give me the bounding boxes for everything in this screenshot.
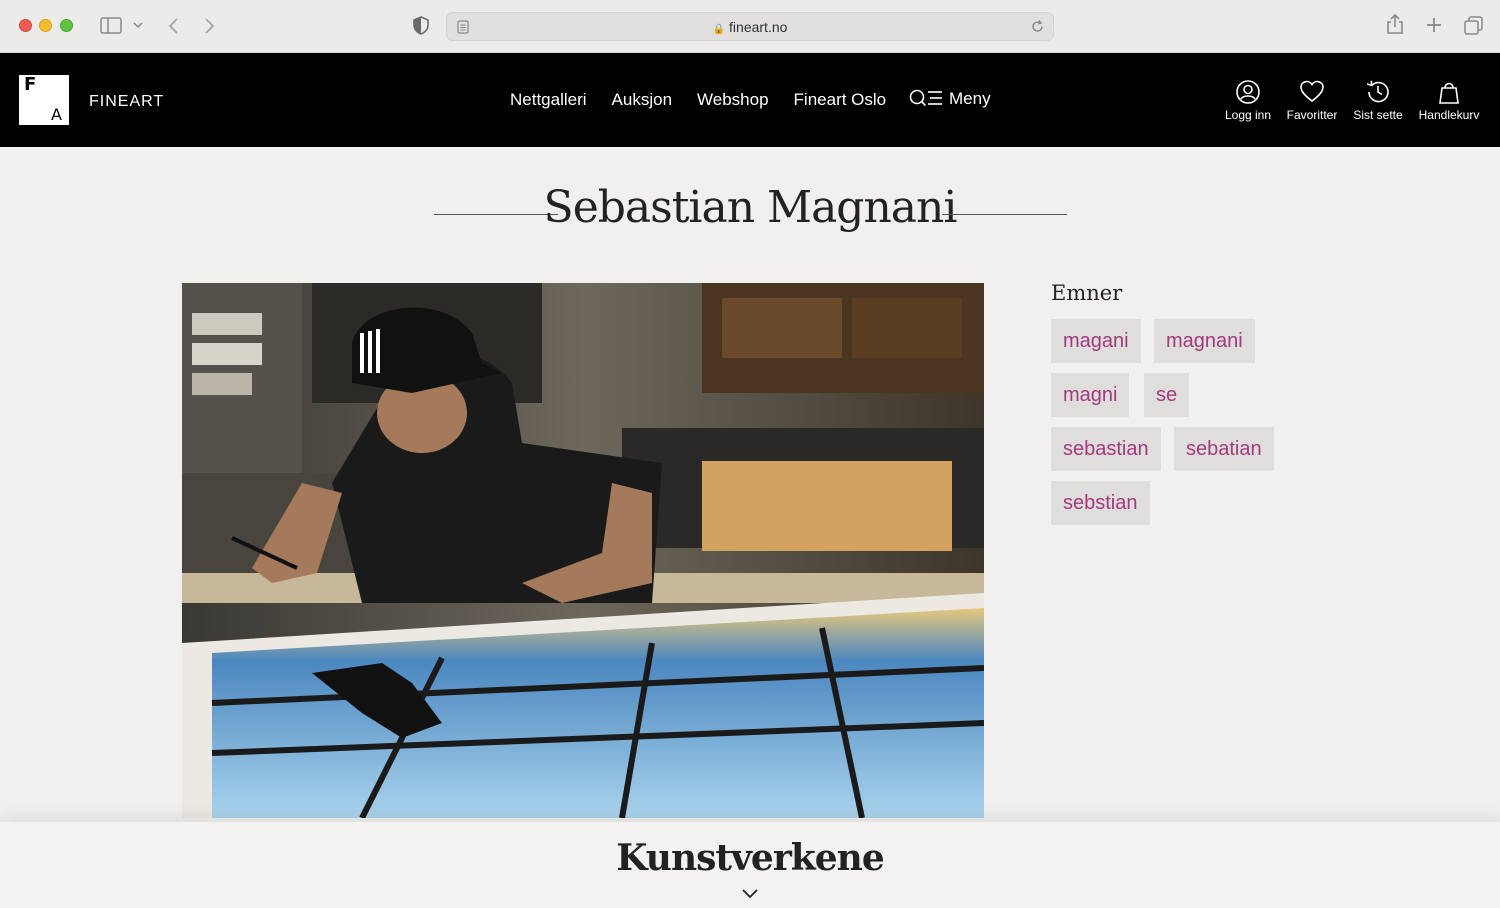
- section-title: Kunstverkene: [616, 837, 884, 879]
- forward-icon[interactable]: [204, 17, 216, 35]
- artist-title-block: Sebastian Magnani: [0, 182, 1500, 242]
- privacy-shield-icon[interactable]: [413, 16, 429, 35]
- zoom-window-button[interactable]: [60, 19, 73, 32]
- artist-photo: [182, 283, 984, 818]
- chevron-down-icon[interactable]: [742, 889, 758, 899]
- sidebar-toggle-icon[interactable]: [100, 17, 122, 34]
- brand-name[interactable]: FINEART: [89, 93, 164, 111]
- artist-photo-illustration: [182, 283, 984, 818]
- cart-label: Handlekurv: [1418, 108, 1480, 122]
- main-nav: Nettgalleri Auksjon Webshop Fineart Oslo: [510, 90, 911, 110]
- heart-icon: [1300, 80, 1324, 103]
- login-label: Logg inn: [1224, 108, 1272, 122]
- browser-toolbar: 🔒 fineart.no: [0, 0, 1500, 53]
- nav-auksjon[interactable]: Auksjon: [612, 90, 672, 110]
- tags-heading: Emner: [1051, 281, 1123, 305]
- shopping-bag-icon: [1439, 82, 1459, 104]
- login-button[interactable]: Logg inn: [1222, 79, 1274, 122]
- tag-chip[interactable]: sebstian: [1051, 481, 1150, 525]
- logo-letter-f: F: [24, 74, 37, 95]
- nav-fineart-oslo[interactable]: Fineart Oslo: [794, 90, 887, 110]
- artworks-section: Kunstverkene: [0, 822, 1500, 908]
- lock-icon: 🔒: [712, 24, 726, 35]
- close-window-button[interactable]: [19, 19, 32, 32]
- favorites-button[interactable]: Favoritter: [1282, 79, 1342, 122]
- tag-chip[interactable]: sebastian: [1051, 427, 1161, 471]
- tab-overview-icon[interactable]: [1464, 16, 1483, 35]
- fineart-logo[interactable]: F A: [19, 75, 69, 125]
- url-label: fineart.no: [729, 19, 788, 35]
- chevron-down-icon[interactable]: [133, 22, 143, 29]
- favorites-label: Favoritter: [1286, 108, 1338, 122]
- address-bar[interactable]: 🔒 fineart.no: [446, 12, 1054, 41]
- tag-chip[interactable]: sebatian: [1174, 427, 1274, 471]
- tag-chip[interactable]: magnani: [1154, 319, 1255, 363]
- recently-viewed-label: Sist sette: [1353, 108, 1403, 122]
- url-text: 🔒 fineart.no: [447, 19, 1053, 35]
- tag-chip[interactable]: se: [1144, 373, 1190, 417]
- reload-icon[interactable]: [1030, 19, 1045, 34]
- menu-button[interactable]: Meny: [909, 88, 991, 110]
- nav-nettgalleri[interactable]: Nettgalleri: [510, 90, 587, 110]
- cart-button[interactable]: Handlekurv: [1414, 79, 1484, 122]
- site-header: F A FINEART Nettgalleri Auksjon Webshop …: [0, 53, 1500, 147]
- new-tab-icon[interactable]: [1426, 17, 1442, 33]
- back-icon[interactable]: [167, 17, 179, 35]
- tag-chip[interactable]: magni: [1051, 373, 1130, 417]
- menu-label: Meny: [949, 89, 991, 108]
- user-circle-icon: [1236, 80, 1260, 104]
- minimize-window-button[interactable]: [39, 19, 52, 32]
- share-icon[interactable]: [1386, 13, 1404, 35]
- search-menu-icon: [909, 89, 942, 107]
- page-title: Sebastian Magnani: [543, 182, 958, 233]
- recently-viewed-button[interactable]: Sist sette: [1350, 79, 1406, 122]
- tag-chip[interactable]: magani: [1051, 319, 1141, 363]
- title-rule-right: [942, 214, 1067, 215]
- logo-letter-a: A: [51, 105, 62, 124]
- nav-webshop[interactable]: Webshop: [697, 90, 769, 110]
- history-clock-icon: [1366, 80, 1389, 103]
